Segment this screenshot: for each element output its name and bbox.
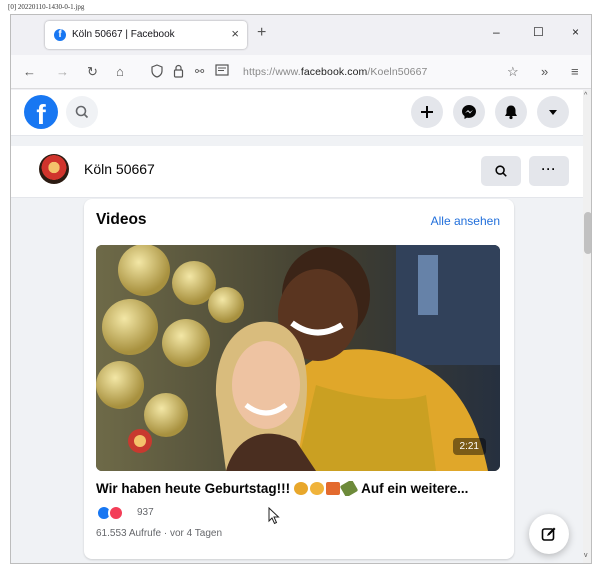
- scroll-up-icon[interactable]: ^: [584, 92, 587, 99]
- notifications-button[interactable]: [495, 96, 527, 128]
- messenger-icon: [462, 105, 476, 119]
- new-message-button[interactable]: [529, 514, 569, 554]
- reader-view-icon[interactable]: [215, 64, 229, 80]
- screenshot-frame: [0] 20220110-1430-0-1.jpg f Köln 50667 |…: [0, 0, 592, 564]
- facebook-favicon-icon: f: [54, 29, 66, 41]
- forward-arrow-icon[interactable]: →: [56, 64, 69, 80]
- messenger-button[interactable]: [453, 96, 485, 128]
- search-button[interactable]: [66, 96, 98, 128]
- video-title-start: Wir haben heute Geburtstag!!!: [96, 481, 291, 496]
- facebook-logo-icon[interactable]: f: [24, 95, 58, 129]
- create-button[interactable]: [411, 96, 443, 128]
- heart-eyes-emoji-icon: [309, 482, 324, 495]
- love-reaction-icon: [108, 505, 124, 521]
- menu-icon[interactable]: ≡: [571, 64, 579, 80]
- browser-window: f Köln 50667 | Facebook × + – ☐ × ← → ↻ …: [10, 14, 592, 564]
- reaction-count: 937: [137, 507, 154, 518]
- account-menu-button[interactable]: [537, 96, 569, 128]
- facebook-top-bar: f: [11, 90, 583, 136]
- url-domain: facebook.com: [300, 66, 368, 78]
- permissions-icon[interactable]: ⚯: [195, 64, 204, 80]
- search-icon: [75, 105, 89, 119]
- video-title-end: Auf ein weitere...: [361, 481, 469, 496]
- page-scrollbar[interactable]: ^ v: [583, 90, 591, 563]
- videos-card: Videos Alle ansehen 2:21 Wir haben heute…: [84, 199, 514, 559]
- video-duration: 2:21: [452, 438, 486, 455]
- reload-icon[interactable]: ↻: [87, 64, 98, 80]
- navigation-bar: ← → ↻ ⌂ ⚯ https://www.facebook.com/Koeln…: [11, 55, 591, 89]
- mouse-cursor-icon: [268, 507, 280, 525]
- video-frame-image: [96, 245, 500, 471]
- overflow-chevron-icon[interactable]: »: [541, 64, 548, 80]
- home-icon[interactable]: ⌂: [116, 64, 124, 80]
- tab-strip: f Köln 50667 | Facebook × + – ☐ ×: [11, 15, 591, 51]
- url-prefix: https://www.: [243, 66, 301, 78]
- tab-close-icon[interactable]: ×: [231, 26, 239, 42]
- url-path: /Koeln50667: [367, 66, 428, 78]
- facebook-page: f Köln 50667 ··· Videos Alle ansehen 2:2…: [11, 90, 583, 563]
- plus-icon: [421, 106, 433, 118]
- video-title[interactable]: Wir haben heute Geburtstag!!! Auf ein we…: [96, 481, 506, 496]
- gift-emoji-icon: [325, 482, 340, 495]
- shield-icon[interactable]: [151, 64, 163, 82]
- compose-icon: [541, 527, 556, 541]
- video-meta: 61.553 Aufrufe · vor 4 Tagen: [96, 528, 223, 539]
- back-arrow-icon[interactable]: ←: [23, 64, 36, 80]
- more-dots-icon: ···: [541, 162, 557, 176]
- minimize-button[interactable]: –: [493, 24, 500, 40]
- image-caption: [0] 20220110-1430-0-1.jpg: [8, 3, 85, 11]
- page-more-button[interactable]: ···: [529, 156, 569, 186]
- address-bar[interactable]: https://www.facebook.com/Koeln50667: [243, 66, 427, 78]
- page-name[interactable]: Köln 50667: [84, 161, 155, 177]
- close-window-button[interactable]: ×: [572, 24, 579, 40]
- bell-icon: [505, 105, 517, 120]
- maximize-button[interactable]: ☐: [533, 24, 544, 40]
- page-avatar[interactable]: [39, 154, 69, 184]
- party-popper-emoji-icon: [293, 482, 308, 495]
- caret-down-icon: [549, 110, 557, 115]
- tab-title: Köln 50667 | Facebook: [72, 29, 175, 40]
- scroll-down-icon[interactable]: v: [584, 552, 588, 559]
- new-tab-button[interactable]: +: [257, 24, 266, 42]
- bookmark-star-icon[interactable]: ☆: [507, 64, 519, 80]
- lock-icon[interactable]: [173, 64, 184, 82]
- page-header: Köln 50667 ···: [11, 146, 583, 198]
- videos-heading: Videos: [96, 211, 147, 228]
- scrollbar-thumb[interactable]: [584, 212, 591, 254]
- browser-tab[interactable]: f Köln 50667 | Facebook ×: [45, 21, 247, 49]
- video-thumbnail[interactable]: 2:21: [96, 245, 500, 471]
- see-all-link[interactable]: Alle ansehen: [431, 214, 500, 228]
- champagne-emoji-icon: [339, 481, 359, 496]
- search-icon: [495, 165, 507, 177]
- page-search-button[interactable]: [481, 156, 521, 186]
